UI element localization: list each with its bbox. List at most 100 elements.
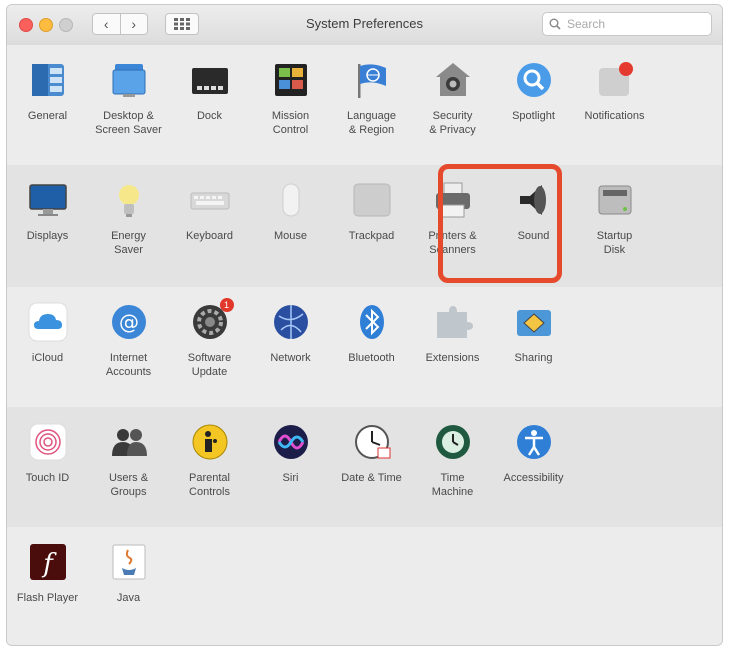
pref-pane-trackpad[interactable]: Trackpad (331, 165, 412, 287)
globe-icon (270, 301, 312, 343)
back-button[interactable]: ‹ (93, 14, 120, 34)
pref-pane-label: Internet Accounts (105, 352, 152, 378)
pref-pane-label: Touch ID (25, 472, 70, 484)
pref-pane-label: Mouse (273, 230, 308, 242)
trackpad-icon (351, 179, 393, 221)
time-machine-icon (432, 421, 474, 463)
pref-pane-label: Accessibility (503, 472, 564, 484)
chevron-left-icon: ‹ (103, 16, 109, 32)
pref-pane-label: Keyboard (185, 230, 234, 242)
preferences-section: Touch ID Users & Groups Parental Controls S… (7, 407, 722, 528)
search-field[interactable] (542, 12, 712, 36)
show-all-button[interactable] (165, 13, 199, 35)
pref-pane-siri[interactable]: Siri (250, 407, 331, 527)
pref-pane-label: Notifications (584, 110, 645, 122)
puzzle-icon (432, 301, 474, 343)
gear-icon: 1 (189, 298, 234, 343)
zoom-window-button[interactable] (59, 18, 73, 32)
pref-pane-displays[interactable]: Displays (7, 165, 88, 287)
at-icon: @ (108, 301, 150, 343)
preferences-section: General Desktop & Screen Saver Dock Mission… (7, 45, 722, 166)
pref-pane-spotlight[interactable]: Spotlight (493, 45, 574, 165)
pref-pane-security-privacy[interactable]: Security & Privacy (412, 45, 493, 165)
mouse-icon (270, 179, 312, 221)
flag-icon (351, 59, 393, 101)
pref-pane-label: Energy Saver (111, 230, 146, 256)
close-window-button[interactable] (19, 18, 33, 32)
minimize-window-button[interactable] (39, 18, 53, 32)
users-icon (108, 421, 150, 463)
pref-pane-mission-control[interactable]: Mission Control (250, 45, 331, 165)
pref-pane-label: Mission Control (271, 110, 310, 136)
pref-pane-label: Startup Disk (596, 230, 633, 256)
pref-pane-general[interactable]: General (7, 45, 88, 165)
pref-pane-java[interactable]: Java (88, 527, 169, 645)
pref-pane-bluetooth[interactable]: Bluetooth (331, 287, 412, 407)
pref-pane-accessibility[interactable]: Accessibility (493, 407, 574, 527)
preferences-section: iCloud @ Internet Accounts 1 Software Update… (7, 287, 722, 408)
pref-pane-desktop-screen-saver[interactable]: Desktop & Screen Saver (88, 45, 169, 165)
pref-pane-label: Time Machine (431, 472, 474, 498)
printers-highlight-box (438, 164, 562, 283)
pref-pane-label: Software Update (187, 352, 232, 378)
dock-icon (189, 59, 231, 101)
grid-icon (174, 18, 190, 30)
pref-pane-dock[interactable]: Dock (169, 45, 250, 165)
pref-pane-label: General (27, 110, 68, 122)
pref-pane-label: Network (270, 352, 311, 364)
pref-pane-date-time[interactable]: Date & Time (331, 407, 412, 527)
pref-pane-label: Users & Groups (108, 472, 149, 498)
java-icon (108, 541, 150, 583)
house-lock-icon (432, 59, 474, 101)
pref-pane-startup-disk[interactable]: Startup Disk (574, 165, 655, 287)
pref-pane-label: Flash Player (16, 592, 79, 604)
preferences-section: f Flash Player Java (7, 527, 722, 645)
disk-icon (594, 179, 636, 221)
pref-pane-label: Displays (26, 230, 69, 242)
bulb-icon (108, 179, 150, 221)
pref-pane-touch-id[interactable]: Touch ID (7, 407, 88, 527)
magnifier-icon (513, 59, 555, 101)
accessibility-icon (513, 421, 555, 463)
pref-pane-label: Security & Privacy (429, 110, 476, 136)
pref-pane-mouse[interactable]: Mouse (250, 165, 331, 287)
pref-pane-language-region[interactable]: Language & Region (331, 45, 412, 165)
pref-pane-keyboard[interactable]: Keyboard (169, 165, 250, 287)
pref-pane-label: Java (116, 592, 141, 604)
search-input[interactable] (565, 16, 709, 32)
pref-pane-label: Dock (196, 110, 223, 122)
pref-pane-parental-controls[interactable]: Parental Controls (169, 407, 250, 527)
pref-pane-energy-saver[interactable]: Energy Saver (88, 165, 169, 287)
pref-pane-network[interactable]: Network (250, 287, 331, 407)
pref-pane-extensions[interactable]: Extensions (412, 287, 493, 407)
siri-icon (270, 421, 312, 463)
desktop-icon (108, 59, 150, 101)
pref-pane-label: Date & Time (341, 472, 402, 484)
search-icon (549, 18, 561, 30)
pref-pane-label: Spotlight (512, 110, 555, 122)
pref-pane-internet-accounts[interactable]: @ Internet Accounts (88, 287, 169, 407)
title-bar: ‹ › System Preferences (7, 5, 722, 46)
pref-pane-notifications[interactable]: Notifications (574, 45, 655, 165)
pref-pane-label: Siri (282, 472, 299, 484)
cloud-icon (27, 301, 69, 343)
svg-text:@: @ (119, 310, 139, 334)
pref-pane-label: Sharing (514, 352, 553, 364)
pref-pane-label: Bluetooth (348, 352, 395, 364)
pref-pane-users-groups[interactable]: Users & Groups (88, 407, 169, 527)
pref-pane-label: Desktop & Screen Saver (95, 110, 162, 136)
pref-pane-sharing[interactable]: Sharing (493, 287, 574, 407)
pref-pane-label: Language & Region (347, 110, 396, 136)
preferences-section: Displays Energy Saver Keyboard Mouse Trackpa… (7, 165, 722, 288)
fingerprint-icon (27, 421, 69, 463)
general-icon (27, 59, 69, 101)
forward-button[interactable]: › (119, 14, 148, 34)
monitor-icon (27, 179, 69, 221)
pref-pane-time-machine[interactable]: Time Machine (412, 407, 493, 527)
flash-icon: f (27, 541, 69, 583)
bluetooth-icon (351, 301, 393, 343)
pref-pane-icloud[interactable]: iCloud (7, 287, 88, 407)
pref-pane-flash-player[interactable]: f Flash Player (7, 527, 88, 645)
pref-pane-software-update[interactable]: 1 Software Update (169, 287, 250, 407)
system-preferences-window: ‹ › System Preferences General Desktop & … (6, 4, 723, 646)
